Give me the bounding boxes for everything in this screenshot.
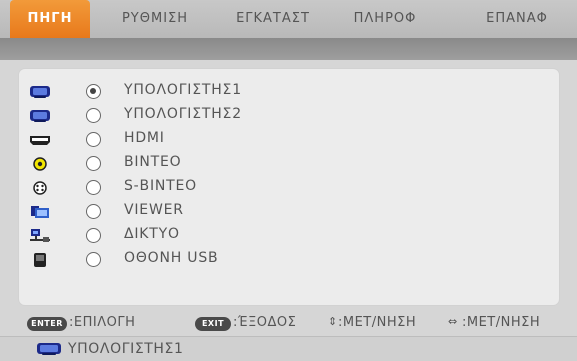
network-icon <box>29 228 51 244</box>
source-item-network[interactable]: ΔΙΚΤΥΟ <box>19 223 559 249</box>
source-label: S-ΒΙΝΤΕΟ <box>124 178 197 194</box>
key-guide-bar: ENTER :ΕΠΙΛΟΓΗ EXIT :ΈΞΟΔΟΣ ⇕ :ΜΕΤ/ΝΗΣΗ … <box>0 312 577 334</box>
current-source-label: ΥΠΟΛΟΓΙΣΤΗΣ1 <box>68 341 184 357</box>
source-label: ΒΙΝΤΕΟ <box>124 154 182 170</box>
tab-reset[interactable]: ΕΠΑΝΑΦ <box>462 0 572 38</box>
source-label: ΥΠΟΛΟΓΙΣΤΗΣ1 <box>124 82 242 98</box>
up-down-arrows-icon: ⇕ <box>328 315 338 328</box>
source-item-computer1[interactable]: ΥΠΟΛΟΓΙΣΤΗΣ1 <box>19 79 559 105</box>
s-video-icon <box>29 180 51 196</box>
enter-key-badge: ENTER <box>27 317 67 331</box>
left-right-arrows-icon: ⇔ <box>448 315 458 328</box>
source-item-usb-display[interactable]: ΟΘΟΝΗ USB <box>19 247 559 273</box>
tab-bar: ΠΗΓΗ ΡΥΘΜΙΣΗ ΕΓΚΑΤΑΣΤ ΠΛΗΡΟΦ ΕΠΑΝΑΦ <box>0 0 577 38</box>
viewer-icon <box>29 204 51 220</box>
radio-button[interactable] <box>86 252 101 267</box>
radio-button[interactable] <box>86 132 101 147</box>
source-label: HDMI <box>124 130 165 146</box>
video-rca-icon <box>29 156 51 172</box>
source-list-panel: ΥΠΟΛΟΓΙΣΤΗΣ1 ΥΠΟΛΟΓΙΣΤΗΣ2 HDMI ΒΙΝΤΕΟ S-… <box>18 68 560 306</box>
source-label: ΔΙΚΤΥΟ <box>124 226 180 242</box>
radio-button[interactable] <box>86 108 101 123</box>
left-right-hint: :ΜΕΤ/ΝΗΣΗ <box>462 315 541 330</box>
source-label: VIEWER <box>124 202 184 218</box>
tab-installation[interactable]: ΕΓΚΑΤΑΣΤ <box>218 0 328 38</box>
radio-button[interactable] <box>86 156 101 171</box>
tab-source[interactable]: ΠΗΓΗ <box>10 0 90 38</box>
sub-tab-stripe <box>0 38 577 60</box>
menu-window: ΠΗΓΗ ΡΥΘΜΙΣΗ ΕΓΚΑΤΑΣΤ ΠΛΗΡΟΦ ΕΠΑΝΑΦ ΥΠΟΛ… <box>0 0 577 361</box>
computer-vga-icon <box>29 84 51 100</box>
usb-display-icon <box>29 252 51 268</box>
radio-button[interactable] <box>86 228 101 243</box>
radio-button-checked[interactable] <box>86 84 101 99</box>
tab-info[interactable]: ΠΛΗΡΟΦ <box>335 0 435 38</box>
source-item-s-video[interactable]: S-ΒΙΝΤΕΟ <box>19 175 559 201</box>
source-item-video[interactable]: ΒΙΝΤΕΟ <box>19 151 559 177</box>
source-item-hdmi[interactable]: HDMI <box>19 127 559 153</box>
up-down-hint: :ΜΕΤ/ΝΗΣΗ <box>338 315 417 330</box>
current-source-bar: ΥΠΟΛΟΓΙΣΤΗΣ1 <box>0 336 577 361</box>
exit-key-badge: EXIT <box>195 317 231 331</box>
source-item-computer2[interactable]: ΥΠΟΛΟΓΙΣΤΗΣ2 <box>19 103 559 129</box>
hdmi-icon <box>29 132 51 148</box>
enter-key-hint: :ΕΠΙΛΟΓΗ <box>69 315 136 330</box>
source-label: ΥΠΟΛΟΓΙΣΤΗΣ2 <box>124 106 242 122</box>
radio-button[interactable] <box>86 180 101 195</box>
radio-button[interactable] <box>86 204 101 219</box>
exit-key-hint: :ΈΞΟΔΟΣ <box>233 315 297 330</box>
source-label: ΟΘΟΝΗ USB <box>124 250 219 266</box>
source-item-viewer[interactable]: VIEWER <box>19 199 559 225</box>
tab-setup[interactable]: ΡΥΘΜΙΣΗ <box>100 0 210 38</box>
computer-vga-icon <box>29 108 51 124</box>
computer-vga-icon <box>36 342 62 361</box>
